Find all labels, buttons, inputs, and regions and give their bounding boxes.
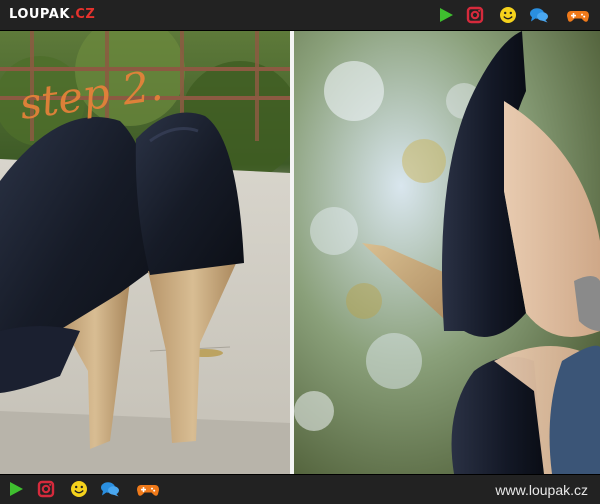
gamepad-icon[interactable] — [136, 479, 160, 499]
instagram-icon[interactable] — [36, 479, 56, 499]
play-icon[interactable] — [436, 5, 456, 25]
photo-right — [294, 31, 600, 474]
site-url-link[interactable]: www.loupak.cz — [495, 481, 588, 499]
photo-collage: step 2. — [0, 31, 600, 474]
top-icon-bar — [436, 5, 592, 25]
smiley-icon[interactable] — [498, 5, 518, 25]
chat-icon[interactable] — [100, 479, 120, 499]
play-icon[interactable] — [6, 479, 26, 499]
instagram-icon[interactable] — [465, 5, 485, 25]
gamepad-icon[interactable] — [566, 5, 590, 25]
site-logo[interactable]: LOUPAK.CZ — [9, 6, 95, 24]
bottom-bar: www.loupak.cz — [0, 474, 600, 504]
logo-suffix: .CZ — [69, 7, 96, 22]
smiley-icon[interactable] — [69, 479, 89, 499]
bottom-icon-bar — [6, 479, 162, 499]
photo-left: step 2. — [0, 31, 290, 474]
top-bar: LOUPAK.CZ — [0, 0, 600, 31]
logo-text: LOUPAK — [9, 7, 70, 22]
chat-icon[interactable] — [529, 5, 549, 25]
